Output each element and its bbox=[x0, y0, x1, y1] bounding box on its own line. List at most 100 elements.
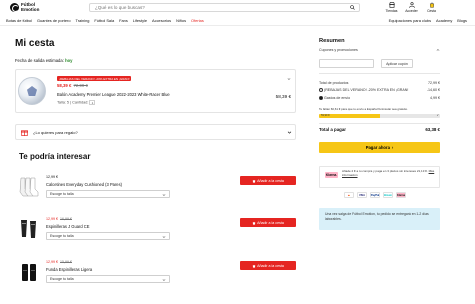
klarna-text: Añade 2 € a tu compra y paga en 3 plazos… bbox=[342, 169, 437, 177]
mastercard-icon: ● ● bbox=[344, 192, 354, 198]
shinguards-icon bbox=[20, 219, 36, 238]
chevron-down-icon[interactable] bbox=[287, 130, 292, 135]
nav-categories: Botas de fútbol Guantes de portero Train… bbox=[6, 18, 204, 23]
payment-methods: ● ● VISA PayPal Bizum Klarna bbox=[344, 192, 406, 198]
arrow-right-icon: › bbox=[391, 145, 394, 150]
nav-item-fans[interactable]: Fans bbox=[119, 18, 128, 23]
chevron-down-icon[interactable] bbox=[287, 77, 291, 81]
search-icon[interactable] bbox=[350, 5, 355, 10]
nav-item-ninos[interactable]: Niños bbox=[176, 18, 186, 23]
delivery-estimate: Fecha de salida estimada: hoy bbox=[15, 58, 73, 63]
rec-price: 12,99 € 16,99 € bbox=[46, 217, 72, 221]
nav-item-training[interactable]: Training bbox=[76, 18, 90, 23]
header-actions: Tiendas Acceder Cesta bbox=[385, 2, 438, 13]
rec-name[interactable]: Funda Espinilleras Ligera bbox=[46, 267, 92, 272]
total-value: 63,38 € bbox=[425, 127, 440, 132]
recommend-title: Te podría interesar bbox=[19, 152, 91, 161]
rec-price-old: 16,99 € bbox=[60, 217, 72, 221]
free-shipping-note: Te faltan 60,61 € para que tu envío a Es… bbox=[319, 107, 408, 111]
stores-button[interactable]: Tiendas bbox=[385, 2, 398, 13]
summary-line-label: Gastos de envío bbox=[324, 96, 351, 100]
total-label: Total a pagar bbox=[319, 127, 346, 132]
delivery-value: hoy bbox=[65, 58, 73, 63]
apply-coupon-button[interactable]: Aplicar cupón bbox=[381, 59, 413, 68]
item-price-new: 58,39 € bbox=[57, 83, 72, 88]
logo[interactable]: Fútbol Emotion bbox=[10, 2, 43, 12]
summary-line-value: 4,99 € bbox=[430, 96, 440, 100]
summary-title: Resumen bbox=[319, 38, 345, 44]
nav-item-futbol-sala[interactable]: Fútbol Sala bbox=[94, 18, 114, 23]
nav-item-accesorios[interactable]: Accesorios bbox=[152, 18, 171, 23]
rec-price-new: 12,99 € bbox=[46, 260, 58, 264]
order-total: Total a pagar 63,38 € bbox=[319, 127, 440, 132]
gift-option[interactable]: ¿Lo quieres para regalo? bbox=[15, 124, 296, 140]
add-to-cart-button[interactable]: Añadir a la cesta bbox=[240, 176, 296, 185]
item-price: 58,39 € 72,99 € bbox=[57, 83, 88, 88]
add-to-cart-label: Añadir a la cesta bbox=[257, 263, 284, 268]
size-select[interactable]: Escoge tu talla bbox=[46, 190, 170, 198]
product-image-ball[interactable] bbox=[18, 77, 46, 105]
top-bar: Fútbol Emotion Tiendas Acceder Cesta bbox=[0, 0, 475, 16]
delivery-label: Fecha de salida estimada: bbox=[15, 58, 64, 63]
cart-add-icon bbox=[252, 221, 256, 225]
item-total: 58,39 € bbox=[275, 94, 291, 99]
page-title: Mi cesta bbox=[15, 38, 55, 49]
chevron-up-icon[interactable] bbox=[436, 48, 440, 52]
rec-price: 12,99 € bbox=[46, 175, 58, 179]
shipping-radio[interactable] bbox=[319, 96, 323, 101]
rec-name[interactable]: Espinilleras J Guard CE bbox=[46, 224, 89, 229]
search-bar[interactable] bbox=[89, 3, 360, 12]
cart-icon bbox=[429, 2, 434, 8]
user-icon bbox=[408, 2, 415, 8]
add-to-cart-button[interactable]: Añadir a la cesta bbox=[240, 261, 296, 270]
recommend-item: 12,99 € Calcetines Everyday Cushioned (3… bbox=[15, 172, 296, 208]
add-to-cart-button[interactable]: Añadir a la cesta bbox=[240, 218, 296, 227]
recommend-item: 12,99 € 15,99 € Funda Espinilleras Liger… bbox=[15, 257, 296, 293]
rec-name[interactable]: Calcetines Everyday Cushioned (3 Pares) bbox=[46, 182, 122, 187]
gift-icon bbox=[21, 130, 28, 136]
nav-item-guantes[interactable]: Guantes de portero bbox=[37, 18, 71, 23]
product-image-shinguards[interactable] bbox=[17, 214, 40, 243]
chevron-down-icon bbox=[162, 235, 166, 238]
cart-add-icon bbox=[252, 264, 256, 268]
visa-icon: VISA bbox=[357, 192, 367, 198]
summary-line-label: Total de productos bbox=[319, 81, 349, 85]
summary-line: Gastos de envío 4,99 € bbox=[319, 96, 440, 101]
summary-line-value: 72,99 € bbox=[428, 81, 440, 85]
coupon-input[interactable] bbox=[319, 59, 374, 68]
quantity-selector[interactable]: 1 bbox=[89, 100, 96, 105]
product-image-socks[interactable] bbox=[17, 172, 40, 201]
klarna-icon: Klarna bbox=[396, 192, 406, 198]
klarna-banner: Klarna. Añade 2 € a tu compra y paga en … bbox=[319, 166, 440, 188]
size-select-value: Escoge tu talla bbox=[50, 192, 74, 196]
divider bbox=[319, 123, 440, 124]
divider bbox=[319, 73, 440, 74]
nav-item-botas[interactable]: Botas de fútbol bbox=[6, 18, 32, 23]
rec-price: 12,99 € 15,99 € bbox=[46, 260, 72, 264]
pay-now-label: Pagar ahora bbox=[365, 145, 390, 150]
nav-secondary: Equipaciones para clubs Academy Blogs bbox=[389, 18, 467, 23]
coupon-toggle-label[interactable]: Cupones y promociones bbox=[319, 48, 358, 52]
sleeves-icon bbox=[21, 263, 36, 281]
logo-text: Fútbol Emotion bbox=[21, 2, 40, 12]
size-select[interactable]: Escoge tu talla bbox=[46, 275, 170, 283]
klarna-logo: Klarna. bbox=[325, 172, 338, 178]
item-name[interactable]: Balón Academy Premier League 2022-2023 W… bbox=[57, 92, 170, 97]
nav-item-ofertas[interactable]: Ofertas bbox=[191, 18, 204, 23]
search-input[interactable] bbox=[95, 5, 345, 10]
size-select[interactable]: Escoge tu talla bbox=[46, 232, 170, 240]
cart-label: Cesta bbox=[427, 9, 436, 13]
nav-item-clubs[interactable]: Equipaciones para clubs bbox=[389, 18, 431, 23]
pay-now-button[interactable]: Pagar ahora › bbox=[319, 142, 440, 153]
login-button[interactable]: Acceder bbox=[405, 2, 418, 13]
nav-item-blogs[interactable]: Blogs bbox=[457, 18, 467, 23]
nav-item-lifestyle[interactable]: Lifestyle bbox=[133, 18, 147, 23]
summary-line-value: -14,60 € bbox=[426, 88, 440, 92]
login-label: Acceder bbox=[405, 9, 418, 13]
summary-line-label: (REBAJAS DEL VERANO! -20% EXTRA EN ¡GRAN… bbox=[324, 88, 409, 92]
product-image-sleeves[interactable] bbox=[17, 257, 40, 286]
size-select-value: Escoge tu talla bbox=[50, 277, 74, 281]
chevron-down-icon bbox=[162, 193, 166, 196]
cart-button[interactable]: Cesta bbox=[425, 2, 438, 13]
nav-item-academy[interactable]: Academy bbox=[436, 18, 452, 23]
